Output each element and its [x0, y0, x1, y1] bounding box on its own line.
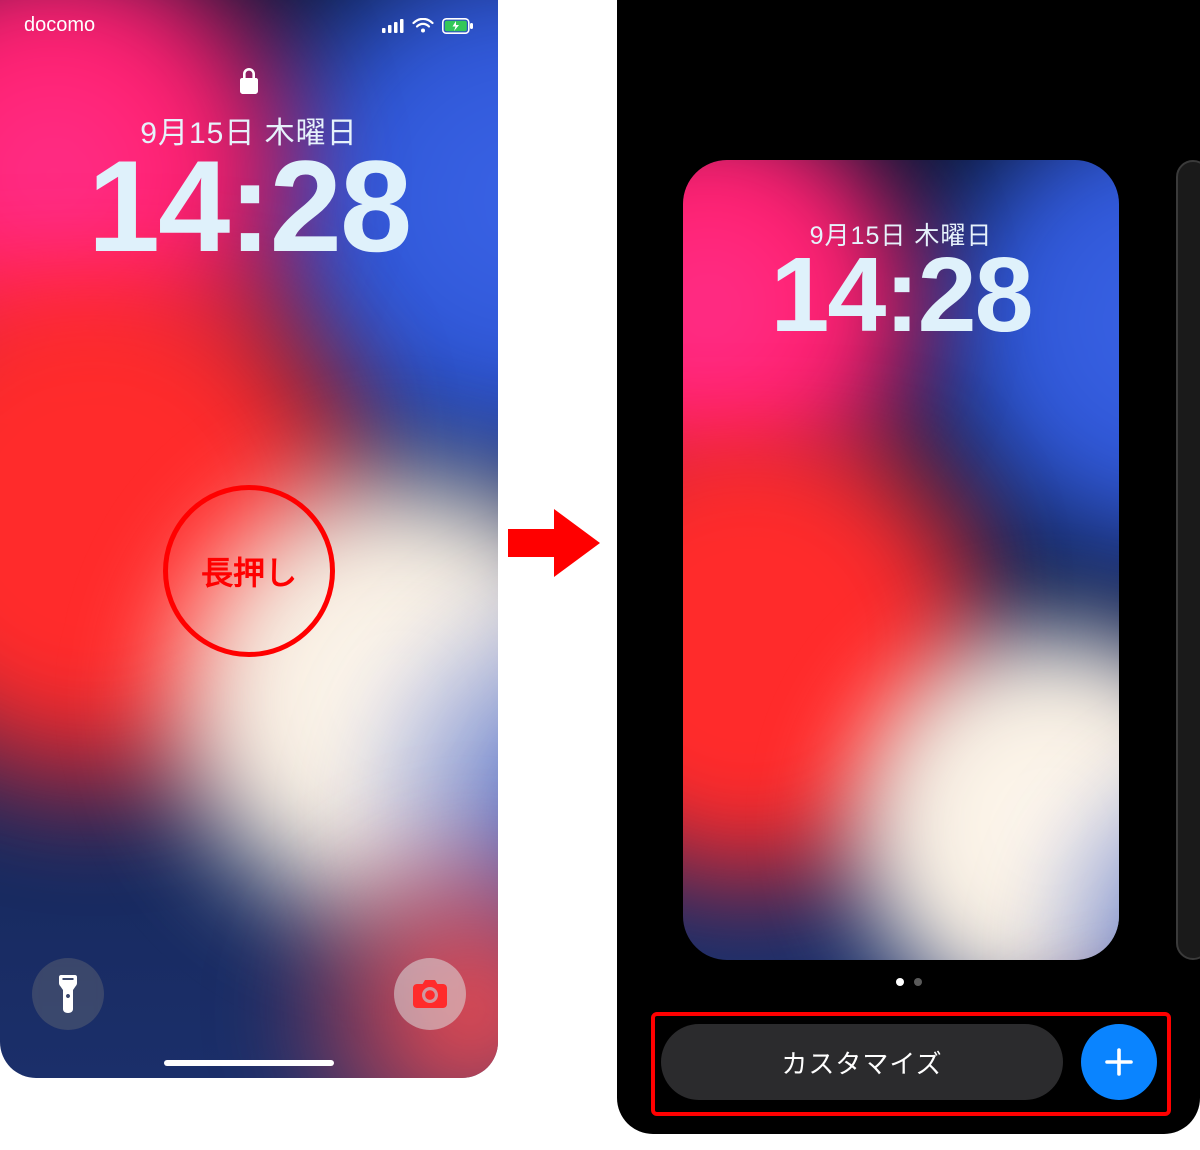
battery-charging-icon	[442, 18, 474, 34]
page-dot	[914, 978, 922, 986]
home-indicator[interactable]	[164, 1060, 334, 1066]
camera-icon	[413, 980, 447, 1008]
flashlight-button[interactable]	[32, 958, 104, 1030]
status-bar: docomo	[0, 14, 498, 37]
longpress-annotation: 長押し	[163, 485, 335, 657]
longpress-label: 長押し	[201, 548, 297, 594]
lock-icon	[239, 68, 259, 99]
carrier-label: docomo	[24, 14, 95, 37]
lockscreen[interactable]: docomo 9月15日 木曜日 14:28 長押し	[0, 0, 498, 1078]
wallpaper-editor: 9月15日 木曜日 14:28 カスタマイズ	[617, 0, 1200, 1134]
next-wallpaper-peek[interactable]	[1176, 160, 1200, 960]
clock: 14:28	[0, 138, 498, 275]
customize-label: カスタマイズ	[781, 1044, 942, 1081]
preview-clock: 14:28	[683, 240, 1119, 351]
add-wallpaper-button[interactable]	[1081, 1024, 1157, 1100]
bottom-bar: カスタマイズ	[651, 1014, 1167, 1110]
wifi-icon	[412, 18, 434, 34]
camera-button[interactable]	[394, 958, 466, 1030]
page-indicator	[617, 978, 1200, 986]
page-dot-active	[896, 978, 904, 986]
flashlight-icon	[55, 975, 81, 1013]
wallpaper-preview[interactable]: 9月15日 木曜日 14:28	[683, 160, 1119, 960]
customize-button[interactable]: カスタマイズ	[661, 1024, 1063, 1100]
plus-icon	[1102, 1045, 1136, 1079]
cellular-signal-icon	[382, 19, 404, 33]
arrow-right-icon	[508, 497, 600, 589]
